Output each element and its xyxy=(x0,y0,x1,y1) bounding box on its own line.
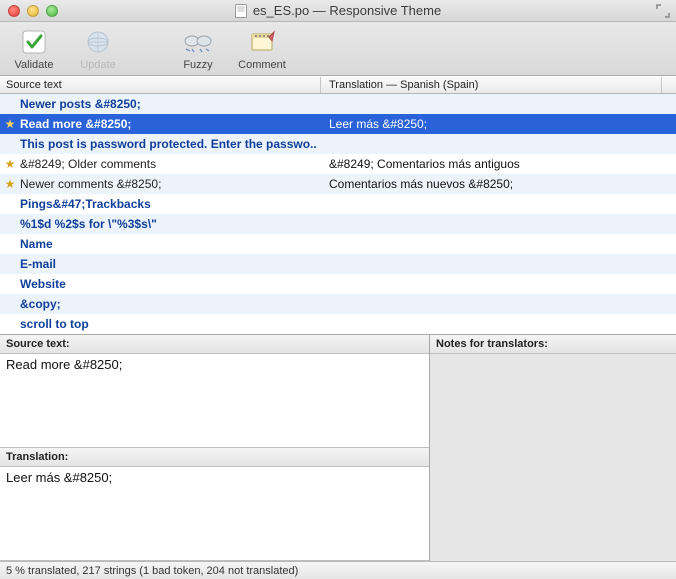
table-row[interactable]: Name xyxy=(0,234,676,254)
validate-label: Validate xyxy=(15,59,54,71)
table-row[interactable]: &copy; xyxy=(0,294,676,314)
status-text: 5 % translated, 217 strings (1 bad token… xyxy=(6,565,298,577)
table-row[interactable]: ★Read more &#8250;Leer más &#8250; xyxy=(0,114,676,134)
notes-box xyxy=(430,354,676,561)
source-text-box: Read more &#8250; xyxy=(0,354,429,448)
column-translation[interactable]: Translation — Spanish (Spain) xyxy=(321,77,661,93)
table-row[interactable]: Website xyxy=(0,274,676,294)
fullscreen-icon[interactable] xyxy=(656,4,670,18)
close-icon[interactable] xyxy=(8,5,20,17)
table-row[interactable]: ★&#8249; Older comments&#8249; Comentari… xyxy=(0,154,676,174)
fuzzy-button[interactable]: Fuzzy xyxy=(174,26,222,71)
document-icon xyxy=(235,4,247,18)
table-row[interactable]: scroll to top xyxy=(0,314,676,334)
status-bar: 5 % translated, 217 strings (1 bad token… xyxy=(0,561,676,579)
row-source: Read more &#8250; xyxy=(20,117,321,131)
row-source: Name xyxy=(20,237,321,251)
zoom-icon[interactable] xyxy=(46,5,58,17)
update-label: Update xyxy=(80,59,115,71)
translation-box[interactable]: Leer más &#8250; xyxy=(0,467,429,561)
window-title: es_ES.po — Responsive Theme xyxy=(253,3,441,18)
fuzzy-label: Fuzzy xyxy=(183,59,212,71)
table-row[interactable]: %1$d %2$s for \"%3$s\" xyxy=(0,214,676,234)
star-icon: ★ xyxy=(0,177,20,191)
star-icon: ★ xyxy=(0,157,20,171)
star-icon: ★ xyxy=(0,117,20,131)
row-source: scroll to top xyxy=(20,317,321,331)
source-text-label: Source text: xyxy=(0,335,429,354)
comment-button[interactable]: Comment xyxy=(238,26,286,71)
column-source[interactable]: Source text xyxy=(0,77,321,93)
row-source: Newer posts &#8250; xyxy=(20,97,321,111)
column-scroll-gutter xyxy=(661,77,676,93)
source-text-value: Read more &#8250; xyxy=(0,354,429,447)
notes-label: Notes for translators: xyxy=(430,335,676,354)
update-button: Update xyxy=(74,26,122,71)
row-source: E-mail xyxy=(20,257,321,271)
table-row[interactable]: This post is password protected. Enter t… xyxy=(0,134,676,154)
row-source: &copy; xyxy=(20,297,321,311)
columns-header: Source text Translation — Spanish (Spain… xyxy=(0,76,676,94)
row-source: Website xyxy=(20,277,321,291)
translation-label: Translation: xyxy=(0,448,429,467)
translation-value[interactable]: Leer más &#8250; xyxy=(0,467,429,560)
minimize-icon[interactable] xyxy=(27,5,39,17)
row-source: &#8249; Older comments xyxy=(20,157,321,171)
titlebar: es_ES.po — Responsive Theme xyxy=(0,0,676,22)
editor-area: Source text: Read more &#8250; Translati… xyxy=(0,334,676,561)
row-translation: Comentarios más nuevos &#8250; xyxy=(321,177,676,191)
comment-label: Comment xyxy=(238,59,286,71)
row-translation: &#8249; Comentarios más antiguos xyxy=(321,157,676,171)
table-row[interactable]: ★Newer comments &#8250;Comentarios más n… xyxy=(0,174,676,194)
table-row[interactable]: Pings&#47;Trackbacks xyxy=(0,194,676,214)
validate-button[interactable]: Validate xyxy=(10,26,58,71)
row-source: Pings&#47;Trackbacks xyxy=(20,197,321,211)
row-translation: Leer más &#8250; xyxy=(321,117,676,131)
table-row[interactable]: Newer posts &#8250; xyxy=(0,94,676,114)
strings-table[interactable]: Newer posts &#8250;★Read more &#8250;Lee… xyxy=(0,94,676,334)
table-row[interactable]: E-mail xyxy=(0,254,676,274)
toolbar: Validate Update Fuzzy Comment xyxy=(0,22,676,76)
row-source: Newer comments &#8250; xyxy=(20,177,321,191)
window-controls xyxy=(8,5,58,17)
row-source: This post is password protected. Enter t… xyxy=(20,137,321,151)
row-source: %1$d %2$s for \"%3$s\" xyxy=(20,217,321,231)
